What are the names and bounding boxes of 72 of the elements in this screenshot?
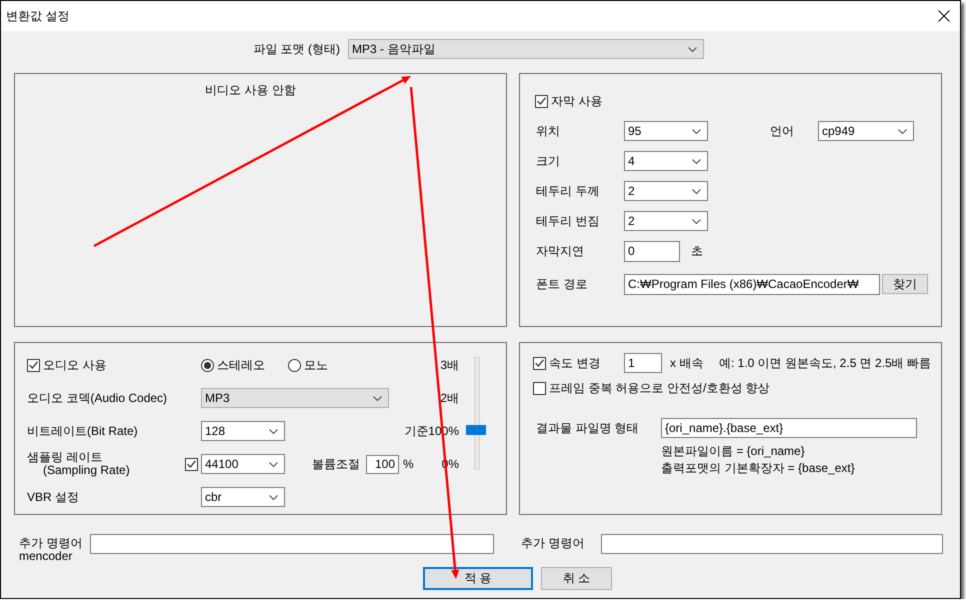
field-label: 언어 [770,124,794,138]
filename-field[interactable]: {ori_name}.{base_ext} [661,418,917,438]
unit-label: x 배속 [670,356,704,370]
dropdown[interactable]: cbr [201,487,285,507]
chevron-down-icon [692,128,701,134]
field-label: VBR 설정 [27,490,80,504]
checkbox[interactable] [27,358,40,372]
input-field[interactable]: 0 [624,240,680,262]
chevron-down-icon [692,158,701,164]
field-label: 자막지연 [536,244,584,258]
checkbox[interactable] [185,458,198,470]
radio-button[interactable] [288,358,301,372]
field-label: 볼륨조절 [312,457,360,471]
field-label: 테두리 번짐 [536,214,600,228]
field-label: 크기 [536,154,560,168]
scale-label: 2배 [440,391,459,405]
checkbox-label: 속도 변경 [549,356,600,370]
browse-button[interactable]: 찾기 [882,274,928,294]
chevron-down-icon [688,46,697,52]
video-status-text: 비디오 사용 안함 [205,83,296,97]
chevron-down-icon [269,462,278,466]
chevron-down-icon [898,128,907,134]
window-title: 변환값 설정 [6,9,70,23]
volume-field[interactable]: 100 [366,454,399,474]
dropdown[interactable]: 95 [624,121,708,141]
dropdown[interactable]: cp949 [818,121,914,141]
chevron-down-icon [692,218,701,224]
field-label: 위치 [536,124,560,138]
field-label: 오디오 코덱(Audio Codec) [27,391,168,405]
checkbox[interactable] [535,94,548,108]
chevron-down-icon [692,188,701,194]
apply-button[interactable]: 적 용 [423,567,533,590]
field-label: 비트레이트(Bit Rate) [27,424,138,438]
dropdown[interactable]: 128 [201,421,285,441]
radio-label: 모노 [304,358,328,372]
checkbox[interactable] [533,356,546,370]
dropdown[interactable]: 4 [624,151,708,171]
codec-dropdown[interactable]: MP3 [201,388,389,408]
radio-label: 스테레오 [217,358,265,372]
note-text: 출력포맷의 기본확장자 = {base_ext} [661,460,856,477]
close-icon[interactable] [938,10,950,22]
checkbox-label: 자막 사용 [551,94,602,108]
checkbox-label: 프레임 중복 허용으로 안전성/호환성 향상 [549,381,770,395]
dropdown[interactable]: 2 [624,181,708,201]
field-label: 추가 명령어 [521,537,586,550]
checkbox[interactable] [533,382,546,394]
command-field[interactable] [90,534,494,554]
chevron-down-icon [373,396,382,400]
field-label: 폰트 경로 [536,277,588,291]
cancel-button[interactable]: 취 소 [541,567,612,590]
dropdown[interactable]: 2 [624,211,708,231]
path-field[interactable]: C:₩Program Files (x86)₩CacaoEncoder₩ [624,274,880,294]
hint-text: 예: 1.0 이면 원본속도, 2.5 면 2.5배 빠름 [719,356,932,370]
radio-button[interactable] [201,358,214,372]
unit-label: 초 [691,244,703,258]
dropdown[interactable]: 44100 [201,454,285,474]
volume-slider[interactable] [466,357,486,470]
field-label: 샘플링 레이트 (Sampling Rate) [27,451,130,477]
unit-label: % [403,457,414,471]
field-label: 테두리 두께 [536,184,600,198]
speed-field[interactable]: 1 [624,353,662,373]
checkbox-label: 오디오 사용 [43,358,106,372]
scale-label: 3배 [440,358,459,372]
note-text: 원본파일이름 = {ori_name} [661,443,806,460]
slider-thumb[interactable] [466,425,486,436]
field-label: 추가 명령어 mencoder [19,537,84,563]
field-label: 결과물 파일명 형태 [536,421,639,435]
format-dropdown[interactable]: MP3 - 음악파일 [348,39,704,59]
field-label: 파일 포맷 (형태) [253,42,340,56]
chevron-down-icon [269,428,278,434]
chevron-down-icon [269,494,278,500]
command-field[interactable] [601,534,943,554]
